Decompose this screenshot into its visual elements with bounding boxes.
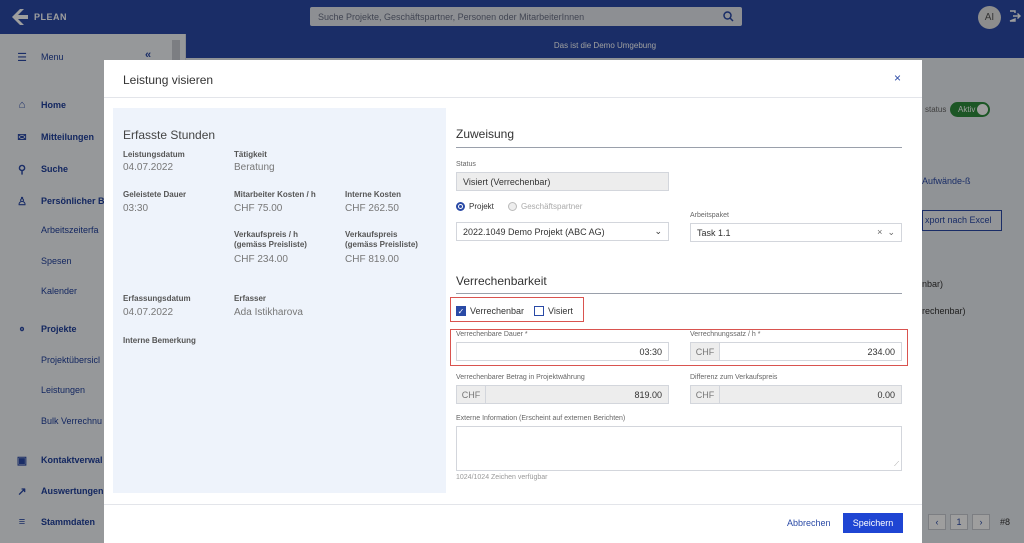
- close-icon[interactable]: ×: [894, 71, 901, 85]
- interne-kosten-value: CHF 262.50: [345, 203, 399, 214]
- taetigkeit-label: Tätigkeit: [234, 150, 267, 159]
- currency-prefix: CHF: [456, 385, 486, 404]
- panel-title: Erfasste Stunden: [123, 128, 216, 142]
- verrechnungssatz-label: Verrechnungssatz / h *: [690, 331, 761, 338]
- chevron-down-icon[interactable]: ⌄: [887, 227, 895, 237]
- zuweisung-title: Zuweisung: [456, 127, 515, 141]
- status-field: Visiert (Verrechenbar): [456, 172, 669, 191]
- modal-title: Leistung visieren: [123, 73, 214, 87]
- checkbox-unchecked-icon: [534, 306, 544, 316]
- verrechenbar-checkbox[interactable]: ✓ Verrechenbar: [456, 306, 524, 316]
- vp-label: Verkaufspreis (gemäss Preisliste): [345, 230, 418, 250]
- ma-kosten-value: CHF 75.00: [234, 203, 283, 214]
- projekt-select-value: 2022.1049 Demo Projekt (ABC AG): [463, 226, 605, 237]
- section-divider: [456, 293, 902, 294]
- radio-unselected-icon: [508, 202, 517, 211]
- char-count-hint: 1024/1024 Zeichen verfügbar: [456, 474, 548, 481]
- visiert-checkbox[interactable]: Visiert: [534, 306, 573, 316]
- currency-prefix: CHF: [690, 385, 720, 404]
- leistung-visieren-dialog: Leistung visieren × Erfasste Stunden Lei…: [104, 60, 922, 543]
- radio-projekt[interactable]: Projekt: [456, 202, 494, 211]
- checkbox-checked-icon: ✓: [456, 306, 466, 316]
- radio-projekt-label: Projekt: [469, 202, 494, 211]
- bemerkung-label: Interne Bemerkung: [123, 336, 196, 345]
- leistungsdatum-value: 04.07.2022: [123, 162, 174, 173]
- chevron-down-icon: ⌄: [654, 226, 662, 236]
- vp-h-label-line: (gemäss Preisliste): [234, 240, 307, 249]
- externe-info-label: Externe Information (Erscheint auf exter…: [456, 415, 626, 422]
- clear-icon[interactable]: ×: [877, 227, 882, 237]
- externe-info-textarea[interactable]: ⟋: [456, 426, 902, 471]
- verrechnungssatz-input[interactable]: 234.00: [719, 342, 902, 361]
- radio-selected-icon: [456, 202, 465, 211]
- section-divider: [456, 147, 902, 148]
- radio-partner-label: Geschäftspartner: [521, 202, 583, 211]
- verrechenbare-dauer-label: Verrechenbare Dauer *: [456, 331, 528, 338]
- projekt-select[interactable]: 2022.1049 Demo Projekt (ABC AG) ⌄: [456, 222, 669, 241]
- verrechenbar-label: Verrechenbar: [470, 306, 525, 316]
- erfasser-value: Ada Istikharova: [234, 307, 303, 318]
- cancel-button[interactable]: Abbrechen: [787, 518, 831, 528]
- vp-label-line: Verkaufspreis: [345, 230, 398, 239]
- resize-handle-icon[interactable]: ⟋: [894, 461, 899, 469]
- modal-footer: Abbrechen Speichern: [104, 504, 922, 543]
- status-label: Status: [456, 161, 476, 168]
- interne-kosten-label: Interne Kosten: [345, 190, 402, 199]
- visiert-label: Visiert: [548, 306, 573, 316]
- vp-h-value: CHF 234.00: [234, 254, 288, 265]
- differenz-label: Differenz zum Verkaufspreis: [690, 374, 778, 381]
- taetigkeit-value: Beratung: [234, 162, 275, 173]
- verrechenbare-dauer-input[interactable]: 03:30: [456, 342, 669, 361]
- dauer-value: 03:30: [123, 203, 149, 214]
- arbeitspaket-label: Arbeitspaket: [690, 212, 729, 219]
- ma-kosten-label: Mitarbeiter Kosten / h: [234, 190, 316, 199]
- leistungsdatum-label: Leistungsdatum: [123, 150, 185, 159]
- radio-geschaeftspartner[interactable]: Geschäftspartner: [508, 202, 582, 211]
- vp-h-label: Verkaufspreis / h (gemäss Preisliste): [234, 230, 307, 250]
- select-controls: × ⌄: [877, 227, 895, 238]
- modal-header: Leistung visieren ×: [104, 60, 922, 98]
- differenz-field: 0.00: [719, 385, 902, 404]
- betrag-label: Verrechenbarer Betrag in Projektwährung: [456, 374, 585, 381]
- erfassungsdatum-value: 04.07.2022: [123, 307, 174, 318]
- erfasser-label: Erfasser: [234, 294, 267, 303]
- dauer-label: Geleistete Dauer: [123, 190, 187, 199]
- erfasste-stunden-panel: Erfasste Stunden Leistungsdatum 04.07.20…: [113, 108, 446, 493]
- betrag-field: 819.00: [485, 385, 669, 404]
- erfassungsdatum-label: Erfassungsdatum: [123, 294, 191, 303]
- vp-value: CHF 819.00: [345, 254, 399, 265]
- vp-label-line: (gemäss Preisliste): [345, 240, 418, 249]
- verrechenbarkeit-title: Verrechenbarkeit: [456, 274, 547, 288]
- currency-prefix: CHF: [690, 342, 720, 361]
- vp-h-label-line: Verkaufspreis / h: [234, 230, 299, 239]
- arbeitspaket-select[interactable]: Task 1.1 × ⌄: [690, 223, 902, 242]
- save-button[interactable]: Speichern: [843, 513, 903, 533]
- arbeitspaket-select-value: Task 1.1: [697, 227, 731, 238]
